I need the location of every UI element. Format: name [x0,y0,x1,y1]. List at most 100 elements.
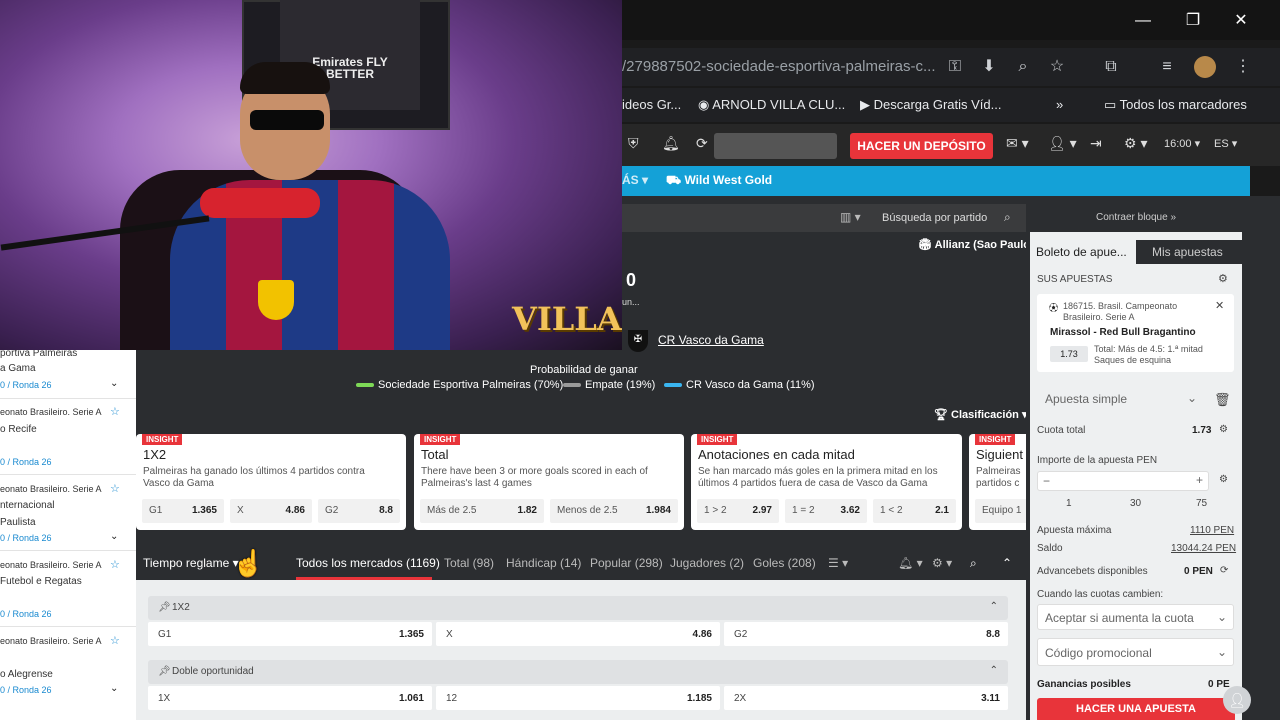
quick-stake-30[interactable]: 30 [1130,498,1141,509]
minus-icon[interactable]: − [1043,474,1050,488]
refresh-icon[interactable]: ⟳ [1220,565,1228,576]
chevron-down-icon[interactable]: ⌄ [110,531,118,542]
user-icon[interactable]: 👤︎ ▾ [1048,135,1077,152]
list-view-icon[interactable]: ☰ ▾ [828,556,848,570]
more-bookmarks-icon[interactable]: » [1056,97,1063,112]
slip-settings-icon[interactable]: ⚙ [1218,272,1228,285]
close-icon[interactable]: ✕ [1218,8,1264,34]
tab-players[interactable]: Jugadores (2) [670,556,744,570]
mail-icon[interactable]: ✉ ▾ [1006,135,1029,152]
tab-my-bets[interactable]: Mis apuestas [1152,240,1223,264]
media-icon[interactable]: ≡ [1156,56,1178,78]
market-header[interactable]: 📌︎ 1X2 ⌃ [148,596,1008,620]
list-item-text[interactable]: Futebol e Regatas [0,576,82,587]
away-team-link[interactable]: CR Vasco da Gama [658,333,764,347]
pin-icon[interactable]: 📌︎ [158,602,171,613]
collapse-icon[interactable]: ⌃ [1002,556,1012,570]
star-icon[interactable]: ☆ [110,405,120,418]
menu-icon[interactable]: ⋮ [1232,56,1254,78]
market-odd[interactable]: X 4.86 [436,622,720,646]
language-select[interactable]: ES ▾ [1214,137,1237,150]
odd-button[interactable]: Menos de 2.5 1.984 [550,499,678,523]
chevron-up-icon[interactable]: ⌃ [990,601,998,612]
key-icon[interactable]: ⚿ [944,56,966,78]
tab-bet-slip[interactable]: Boleto de apue... [1030,240,1136,264]
stats-icon[interactable]: ▥ ▾ [840,210,861,224]
restore-icon[interactable]: ❐ [1170,8,1216,34]
time-select[interactable]: Tiempo reglame ▾ [143,556,239,570]
stake-input[interactable]: − + [1037,471,1209,491]
tab-all-markets[interactable]: Todos los mercados (1169) [296,556,440,570]
promo-code-select[interactable]: Código promocional ⌄ [1037,638,1234,666]
pin-icon[interactable]: 📌︎ [158,666,171,677]
place-bet-button[interactable]: HACER UNA APUESTA [1037,698,1235,720]
bookmark-item[interactable]: ▶ Descarga Gratis Víd... [860,97,1002,113]
stake-settings-icon[interactable]: ⚙ [1219,474,1228,485]
market-odd[interactable]: 2X 3.11 [724,686,1008,710]
standings-toggle[interactable]: 🏆︎ Clasificación ▾ [934,408,1027,421]
time-display[interactable]: 16:00 ▾ [1164,137,1200,150]
odds-settings-icon[interactable]: ⚙ [1219,424,1228,435]
odd-button[interactable]: Equipo 1 [975,499,1026,523]
deposit-button[interactable]: HACER UN DEPÓSITO [850,133,993,159]
list-item-text[interactable]: a Gama [0,363,36,374]
chevron-down-icon[interactable]: ⌄ [110,683,118,694]
alert-bell-icon[interactable]: 🔔︎ ▾ [898,556,923,570]
odd-button[interactable]: X 4.86 [230,499,312,523]
tab-popular[interactable]: Popular (298) [590,556,663,570]
chevron-down-icon[interactable]: ⌄ [110,378,118,389]
address-bar[interactable]: /279887502-sociedade-esportiva-palmeiras… [622,48,1280,86]
list-item-text[interactable]: nternacional [0,500,54,511]
max-bet-value[interactable]: 1110 PEN [1190,525,1234,536]
extensions-icon[interactable]: ⧉ [1100,56,1122,78]
chevron-up-icon[interactable]: ⌃ [990,665,998,676]
odd-button[interactable]: 1 = 2 3.62 [785,499,867,523]
nav-more[interactable]: ÁS ▾ [622,173,648,187]
collapse-block-button[interactable]: Contraer bloque » [1030,204,1242,232]
market-odd[interactable]: 1X 1.061 [148,686,432,710]
market-odd[interactable]: G2 8.8 [724,622,1008,646]
star-icon[interactable]: ☆ [110,634,120,647]
install-icon[interactable]: ⬇ [978,56,1000,78]
settings-gear-icon[interactable]: ⚙ ▾ [932,556,952,570]
odds-change-select[interactable]: Aceptar si aumenta la cuota ⌄ [1037,604,1234,630]
star-icon[interactable]: ☆ [110,558,120,571]
odd-button[interactable]: G2 8.8 [318,499,400,523]
nav-game-wild-west-gold[interactable]: ⛟ Wild West Gold [666,173,772,189]
list-item-text[interactable]: o Alegrense [0,669,53,680]
star-icon[interactable]: ☆ [1046,56,1068,78]
tab-handicap[interactable]: Hándicap (14) [506,556,581,570]
search-icon[interactable]: ⌕ [1004,210,1011,225]
odd-button[interactable]: 1 < 2 2.1 [873,499,956,523]
all-bookmarks[interactable]: ▭ Todos los marcadores [1104,97,1247,113]
star-icon[interactable]: ☆ [110,482,120,495]
bookmark-item[interactable]: ◉ ARNOLD VILLA CLU... [698,97,845,113]
trash-icon[interactable]: 🗑︎ [1214,392,1231,408]
list-item-text[interactable]: eonato Brasileiro. Serie A [0,407,102,417]
minimize-icon[interactable]: — [1120,8,1166,34]
odd-button[interactable]: Más de 2.5 1.82 [420,499,544,523]
profile-avatar[interactable] [1194,56,1216,78]
quick-stake-75[interactable]: 75 [1196,498,1207,509]
refresh-icon[interactable]: ⟳ [696,135,708,152]
odd-button[interactable]: G1 1.365 [142,499,224,523]
remove-bet-icon[interactable]: ✕ [1215,299,1224,312]
tab-goals[interactable]: Goles (208) [753,556,816,570]
quick-stake-1[interactable]: 1 [1066,498,1072,509]
bet-type-select[interactable]: Apuesta simple ⌄ [1037,386,1201,412]
plus-icon[interactable]: + [1196,473,1203,487]
list-item-text[interactable]: eonato Brasileiro. Serie A [0,636,102,646]
balance-value[interactable]: 13044.24 PEN [1171,543,1236,554]
list-item-text[interactable]: eonato Brasileiro. Serie A [0,560,102,570]
bookmark-item[interactable]: ideos Gr... [622,97,681,112]
tab-total[interactable]: Total (98) [444,556,494,570]
search-markets-icon[interactable]: ⌕ [970,556,977,571]
zoom-icon[interactable]: ⌕ [1012,56,1034,78]
bell-icon[interactable]: 🔔︎ [662,135,680,152]
match-search-input[interactable]: Búsqueda por partido [874,207,1022,229]
chat-avatar-icon[interactable]: 👤︎ [1223,686,1251,714]
shield-icon[interactable]: ⛨ [628,135,639,152]
market-header[interactable]: 📌︎ Doble oportunidad ⌃ [148,660,1008,684]
list-item-text[interactable]: o Recife [0,424,37,435]
gear-icon[interactable]: ⚙ ▾ [1124,135,1147,152]
